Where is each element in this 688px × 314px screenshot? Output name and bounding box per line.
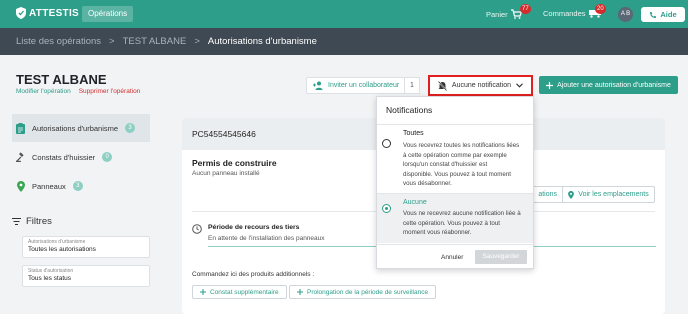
plus-icon (200, 289, 206, 295)
add-authorization-button[interactable]: Ajouter une autorisation d'urbanisme (539, 76, 678, 94)
option-description: Vous ne recevrez aucune notification lié… (403, 209, 528, 238)
shield-logo-icon (16, 7, 26, 19)
option-description-line: Vous recevrez toutes les notifications l… (403, 142, 520, 149)
option-all-notifications[interactable]: Toutes Vous recevrez toutes les notifica… (377, 125, 533, 191)
orders-label: Commandes (543, 9, 586, 18)
gavel-icon (16, 151, 25, 163)
view-locations-label: Voir les emplacements (578, 191, 649, 198)
logo-text: ATTESTIS (29, 7, 79, 19)
notification-label: Aucune notification (451, 82, 512, 89)
cart-count-badge: 77 (520, 4, 531, 14)
bell-off-icon (437, 80, 447, 91)
status-filter-select[interactable]: Status d'autorisation Tous les status (22, 265, 150, 287)
plus-icon (546, 81, 554, 89)
breadcrumb-separator: > (109, 36, 115, 47)
filter-lines-icon (12, 218, 21, 225)
sidebar-item-label: Autorisations d'urbanisme (32, 123, 119, 133)
breadcrumb-item-current: Autorisations d'urbanisme (207, 36, 317, 47)
option-description-line: moment vous réabonner. (403, 229, 472, 236)
help-label: Aide (660, 10, 677, 19)
sidebar-item-label: Constats d'huissier (32, 152, 96, 162)
filter-label: Status d'autorisation (28, 268, 74, 274)
edit-operation-link[interactable]: Modifier l'opération (16, 88, 71, 95)
permit-title: Permis de construire (192, 158, 277, 168)
cart-link[interactable]: Panier (486, 9, 522, 19)
additional-products-text: Commandez ici des produits additionnels … (192, 271, 315, 278)
product-label: Constat supplémentaire (210, 288, 279, 296)
permit-status: Aucun panneau installé (192, 170, 260, 177)
appeal-period-status: En attente de l'installation des panneau… (208, 235, 325, 242)
add-user-icon (313, 81, 323, 90)
add-authorization-label: Ajouter une autorisation d'urbanisme (557, 81, 671, 89)
radio-all[interactable] (382, 139, 391, 148)
option-description: Vous recevrez toutes les notifications l… (403, 141, 528, 189)
orders-count-badge: 20 (595, 4, 606, 14)
cart-label: Panier (486, 9, 508, 19)
breadcrumb-item-operations[interactable]: Liste des opérations (16, 36, 101, 47)
authorization-id: PC54554545646 (192, 129, 256, 139)
option-description-line: à cette opération comme par exemple (403, 151, 507, 159)
location-pin-icon (568, 190, 575, 199)
filters-heading: Filtres (12, 216, 52, 227)
chevron-down-icon (516, 83, 523, 88)
save-button[interactable]: Sauvegarder (475, 250, 527, 264)
option-no-notifications[interactable]: Aucune Vous ne recevrez aucune notificat… (377, 194, 533, 243)
additional-report-button[interactable]: Constat supplémentaire (192, 285, 287, 299)
clock-icon (192, 224, 202, 234)
user-avatar[interactable]: A B (618, 7, 633, 22)
option-description-line: cette opération. Vous pouvez à tout (403, 219, 501, 227)
sidebar-item-label: Panneaux (32, 181, 66, 191)
option-description-line: Vous ne recevrez aucune notification lié… (403, 210, 521, 217)
cancel-button[interactable]: Annuler (441, 254, 463, 261)
sidebar-item-count: 3 (125, 123, 136, 133)
view-locations-button[interactable]: Voir les emplacements (562, 186, 655, 203)
option-description-line: vous désabonner. (403, 180, 452, 187)
option-title: Toutes (403, 130, 424, 137)
dropdown-title: Notifications (386, 105, 433, 115)
option-title: Aucune (403, 199, 427, 206)
sidebar-item-bailiff-reports[interactable]: Constats d'huissier 0 (12, 143, 150, 171)
help-button[interactable]: Aide (641, 7, 685, 22)
option-description-line: disponible. Vous pouvez à tout moment (403, 170, 512, 178)
divider (377, 244, 533, 245)
extend-surveillance-button[interactable]: Prolongation de la période de surveillan… (289, 285, 437, 299)
nav-operations[interactable]: Opérations (82, 6, 134, 22)
filters-title: Filtres (26, 216, 52, 227)
filter-value: Toutes les autorisations (28, 246, 96, 253)
collaborator-count: 1 (404, 77, 420, 94)
plus-icon (297, 289, 303, 295)
breadcrumb-item-operation[interactable]: TEST ALBANE (123, 36, 187, 47)
location-pin-icon (16, 180, 25, 192)
operation-links: Modifier l'opération Supprimer l'opérati… (16, 88, 140, 95)
sidebar-item-panels[interactable]: Panneaux 3 (12, 172, 150, 200)
product-label: Prolongation de la période de surveillan… (307, 288, 429, 296)
attestis-logo[interactable]: ATTESTIS (16, 7, 79, 19)
orders-link[interactable]: Commandes (543, 9, 601, 18)
invite-collaborator-button[interactable]: Inviter un collaborateur (306, 77, 407, 94)
top-navigation-bar: ATTESTIS Opérations Panier 77 Commandes … (0, 0, 688, 28)
phone-icon (650, 11, 657, 18)
radio-none[interactable] (382, 204, 391, 213)
sidebar-item-count: 3 (72, 181, 83, 191)
filter-value: Tous les status (28, 275, 71, 282)
breadcrumb-separator: > (194, 36, 200, 47)
breadcrumb: Liste des opérations > TEST ALBANE > Aut… (0, 28, 688, 55)
clipboard-icon (16, 122, 25, 134)
invite-label: Inviter un collaborateur (328, 82, 400, 89)
sidebar-item-count: 0 (102, 152, 113, 162)
notification-settings-dropdown: Notifications Toutes Vous recevrez toute… (376, 96, 534, 269)
authorization-filter-select[interactable]: Autorisations d'urbanisme Toutes les aut… (22, 236, 150, 258)
appeal-period-title: Période de recours des tiers (208, 224, 300, 231)
page-title: TEST ALBANE (16, 72, 107, 87)
notification-dropdown-button[interactable]: Aucune notification (428, 75, 533, 96)
delete-operation-link[interactable]: Supprimer l'opération (79, 88, 141, 95)
option-description-line: lorsqu'un constat d'huissier est (403, 161, 488, 168)
filter-label: Autorisations d'urbanisme (28, 239, 86, 245)
sidebar-item-authorizations[interactable]: Autorisations d'urbanisme 3 (12, 114, 150, 142)
